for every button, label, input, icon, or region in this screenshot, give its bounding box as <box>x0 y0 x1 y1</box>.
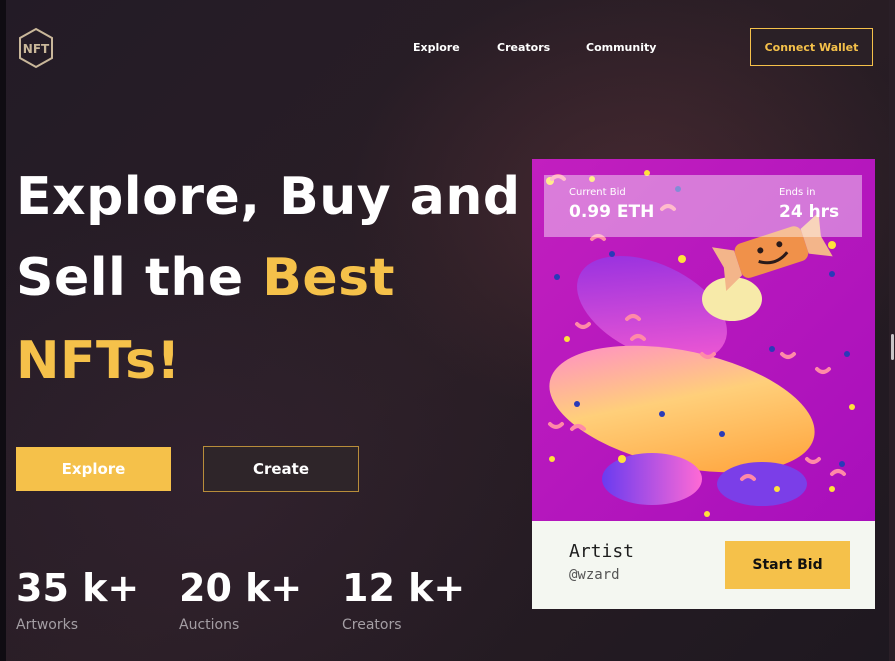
artist-handle[interactable]: @wzard <box>569 567 620 583</box>
hero-title-line-3: NFTs! <box>16 331 181 391</box>
create-button[interactable]: Create <box>203 446 359 492</box>
logo-text: NFT <box>23 42 50 56</box>
stat-artworks-label: Artworks <box>16 617 78 633</box>
hero-title-line-2-text: Sell the <box>16 248 263 308</box>
stat-artworks-value: 35 k+ <box>16 566 140 610</box>
hero-title-accent: Best <box>262 248 395 308</box>
start-bid-button[interactable]: Start Bid <box>725 541 850 589</box>
ends-in-label: Ends in <box>779 187 816 198</box>
hero-title-nfts: NFTs! <box>16 331 181 391</box>
hero-title-line-1: Explore, Buy and <box>16 167 521 227</box>
current-bid-label: Current Bid <box>569 187 626 198</box>
artist-label: Artist <box>569 541 635 562</box>
ends-in-value: 24 hrs <box>779 202 840 222</box>
stat-creators-label: Creators <box>342 617 402 633</box>
stat-auctions-label: Auctions <box>179 617 240 633</box>
nft-card[interactable]: Current Bid 0.99 ETH Ends in 24 hrs Arti… <box>532 159 875 609</box>
current-bid-value: 0.99 ETH <box>569 202 655 222</box>
explore-button[interactable]: Explore <box>16 447 171 491</box>
card-footer: Artist @wzard Start Bid <box>532 521 875 609</box>
window-edge <box>0 0 6 661</box>
nav-community[interactable]: Community <box>586 41 656 54</box>
connect-wallet-button[interactable]: Connect Wallet <box>750 28 873 66</box>
bid-info-box: Current Bid 0.99 ETH Ends in 24 hrs <box>544 175 862 237</box>
scrollbar-track[interactable] <box>889 0 895 661</box>
nav-explore[interactable]: Explore <box>413 41 460 54</box>
nft-logo[interactable]: NFT <box>17 27 55 69</box>
stat-auctions-value: 20 k+ <box>179 566 303 610</box>
nav-creators[interactable]: Creators <box>497 41 550 54</box>
stat-creators-value: 12 k+ <box>342 566 466 610</box>
hero-title-line-2: Sell the Best <box>16 248 395 308</box>
scrollbar-thumb[interactable] <box>891 334 894 360</box>
